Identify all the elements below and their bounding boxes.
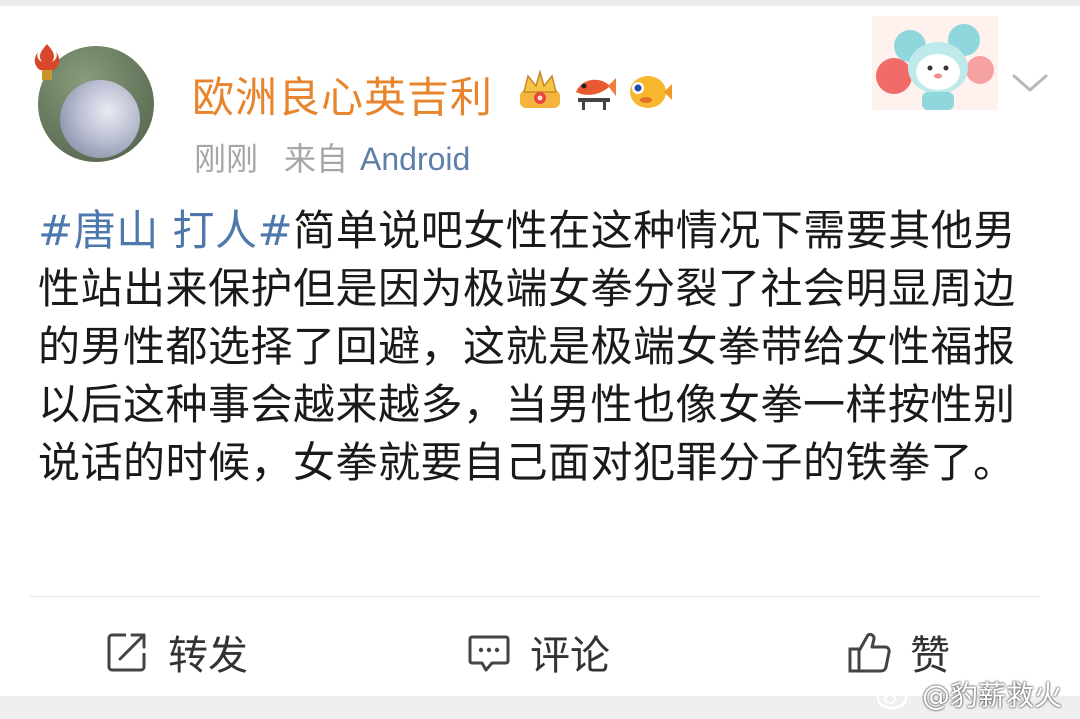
comment-button[interactable]: 评论	[466, 626, 610, 679]
repost-button[interactable]: 转发	[104, 626, 248, 679]
mouse-card-decoration-icon	[872, 16, 998, 110]
source-link[interactable]: Android	[360, 141, 470, 177]
weibo-post-card: 欧洲良心英吉利 刚刚 来自 Android #唐山 打人#简单说吧女性在这种情况…	[0, 6, 1080, 696]
watermark-text: @豹薪救火	[922, 679, 1063, 712]
pufferfish-badge-icon[interactable]	[624, 68, 672, 112]
hashtag-link[interactable]: #唐山 打人#	[38, 206, 293, 255]
post-time: 刚刚	[194, 140, 259, 178]
weibo-watermark: @豹薪救火	[876, 676, 1062, 712]
comment-label: 评论	[530, 633, 610, 679]
comment-icon	[468, 635, 510, 672]
fish-badge-icon[interactable]	[570, 68, 618, 112]
torch-badge-icon	[34, 44, 60, 80]
repost-label: 转发	[168, 633, 248, 679]
post-meta: 刚刚 来自 Android	[194, 134, 470, 180]
user-badges	[516, 68, 672, 112]
username[interactable]: 欧洲良心英吉利	[192, 64, 493, 125]
source-prefix: 来自	[284, 140, 349, 178]
weibo-logo-icon	[876, 680, 914, 710]
thumbs-up-icon	[848, 632, 891, 673]
crown-badge-icon[interactable]	[516, 68, 564, 112]
post-content: #唐山 打人#简单说吧女性在这种情况下需要其他男性站出来保护但是因为极端女拳分裂…	[38, 202, 1038, 492]
chevron-down-icon[interactable]	[1010, 70, 1050, 96]
avatar-image	[60, 80, 140, 158]
like-button[interactable]: 赞	[846, 626, 950, 679]
like-label: 赞	[910, 633, 950, 679]
divider	[30, 596, 1040, 597]
share-icon	[107, 633, 146, 672]
